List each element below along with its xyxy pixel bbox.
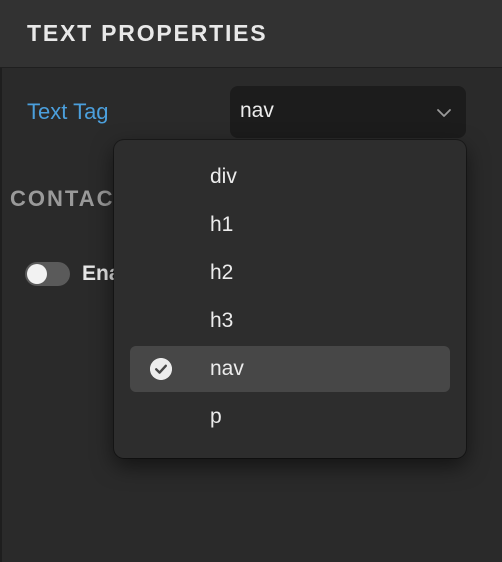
option-label: div xyxy=(210,165,237,188)
enable-toggle[interactable] xyxy=(25,262,70,286)
toggle-knob xyxy=(27,264,47,284)
option-h2[interactable]: h2 xyxy=(130,250,450,296)
chevron-down-icon xyxy=(437,109,451,117)
properties-panel: TEXT PROPERTIES Text Tag nav CONTAC Ena … xyxy=(0,0,502,562)
text-tag-dropdown: div h1 h2 h3 nav p xyxy=(114,140,466,458)
section-title: TEXT PROPERTIES xyxy=(27,20,268,46)
option-label: h1 xyxy=(210,213,234,236)
text-tag-select[interactable]: nav xyxy=(230,86,466,138)
option-label: nav xyxy=(210,357,244,380)
option-div[interactable]: div xyxy=(130,154,450,200)
panel-edge xyxy=(0,0,2,562)
contact-section-title: CONTAC xyxy=(10,186,115,211)
text-tag-select-value: nav xyxy=(240,99,274,122)
option-h1[interactable]: h1 xyxy=(130,202,450,248)
text-properties-header[interactable]: TEXT PROPERTIES xyxy=(0,0,502,68)
option-label: h2 xyxy=(210,261,234,284)
text-tag-label: Text Tag xyxy=(27,99,109,124)
option-h3[interactable]: h3 xyxy=(130,298,450,344)
checkmark-circle-icon xyxy=(150,358,172,380)
option-p[interactable]: p xyxy=(130,394,450,440)
option-label: h3 xyxy=(210,309,234,332)
option-label: p xyxy=(210,405,222,428)
option-nav[interactable]: nav xyxy=(130,346,450,392)
